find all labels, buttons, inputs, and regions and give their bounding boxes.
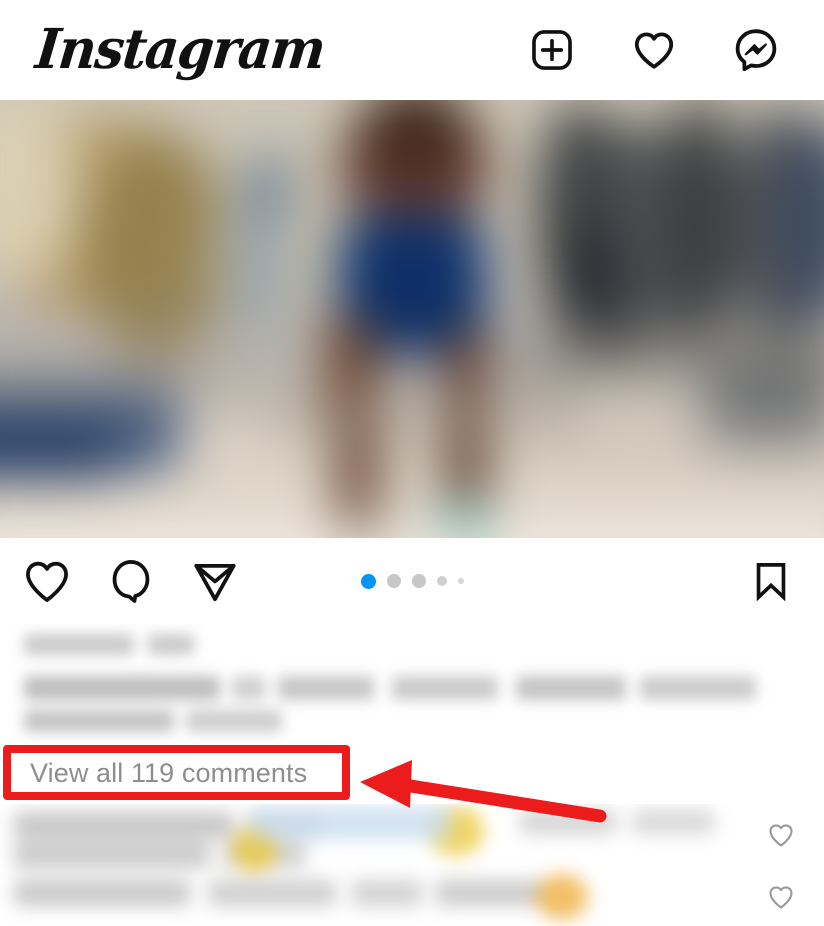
caption-line [24,676,220,700]
heart-icon [769,824,793,847]
likes-line-tail [148,634,194,655]
comment-row [352,880,422,906]
carousel-dot [457,578,464,584]
caption-line [278,676,374,700]
comment-like-button[interactable]: (blurred) [764,880,798,914]
view-all-comments-link[interactable]: View all 119 comments [30,756,307,790]
caption-line [516,676,626,700]
comment-bubble-icon [112,560,150,603]
comment-row [14,842,210,868]
like-button[interactable]: Like [18,552,76,610]
app-header: Instagram New post Activity [0,0,824,100]
caption-line [640,676,756,700]
comment-row [252,806,452,840]
heart-icon [634,32,674,69]
comment-like-button[interactable]: (blurred) [764,818,798,852]
new-post-button[interactable]: New post [528,26,576,74]
caption-line [392,676,498,700]
heart-icon [769,886,793,909]
post-media-image [0,100,824,538]
comments-blur [0,804,760,926]
comment-row [14,880,190,906]
carousel-dot [386,574,401,588]
instagram-logo[interactable]: Instagram [26,0,328,100]
bookmark-icon [756,563,786,602]
caption-line [186,710,282,732]
carousel-dot-active [360,573,376,589]
comments-list: (blurred) (blurred) [0,804,824,926]
comment-row [632,810,714,834]
save-button[interactable]: Save [742,552,800,610]
caption-line [232,676,266,700]
comment-row [208,880,336,906]
post-caption-blur [0,624,824,742]
comment-button[interactable]: Comment [102,552,160,610]
post-actions-left: Like Comment Share [18,552,244,610]
plus-square-icon [532,30,572,70]
carousel-dot [411,574,426,588]
header-actions: New post Activity Messenger [528,26,786,74]
paper-plane-icon [194,563,236,602]
instagram-logo-text: Instagram [32,17,328,82]
activity-button[interactable]: Activity [630,26,678,74]
comment-row [14,812,234,838]
carousel-dot [436,576,447,586]
likes-line [24,634,134,655]
messenger-icon [735,29,777,72]
instagram-app: Instagram New post Activity [0,0,824,926]
view-all-comments-row: View all 119 comments [0,742,824,804]
messenger-button[interactable]: Messenger [732,26,780,74]
comment-row [520,810,616,834]
post-action-bar: Like Comment Share [0,538,824,624]
heart-icon [26,561,68,602]
caption-line [24,710,174,732]
post-media[interactable]: Blurred outdoor photo of a person standi… [0,100,824,538]
share-button[interactable]: Share [186,552,244,610]
comment-emoji [536,874,588,920]
comment-row [436,880,546,906]
post-caption-block: (blurred) (blurred) (blurred) [0,624,824,742]
